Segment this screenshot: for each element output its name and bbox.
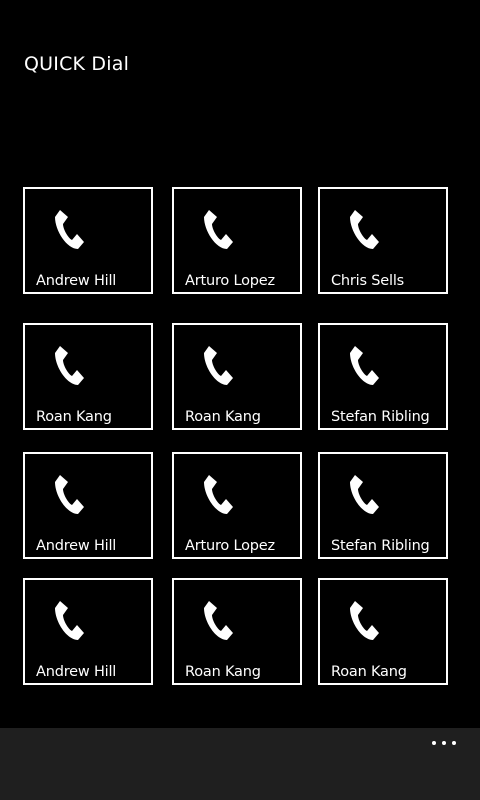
contact-name: Stefan Ribling [331, 409, 430, 425]
contact-name: Arturo Lopez [185, 273, 275, 289]
more-dot [442, 741, 446, 745]
contact-name: Roan Kang [185, 409, 261, 425]
phone-icon [200, 472, 234, 516]
contact-tile[interactable]: Andrew Hill [23, 452, 153, 559]
contact-name: Stefan Ribling [331, 538, 430, 554]
phone-icon [346, 472, 380, 516]
phone-icon [51, 207, 85, 251]
phone-icon [346, 598, 380, 642]
contact-tile[interactable]: Arturo Lopez [172, 187, 302, 294]
phone-icon [346, 343, 380, 387]
more-icon[interactable] [430, 738, 458, 750]
phone-icon [51, 343, 85, 387]
contact-tile[interactable]: Chris Sells [318, 187, 448, 294]
app-bar [0, 728, 480, 800]
contact-name: Chris Sells [331, 273, 405, 289]
contact-name: Andrew Hill [36, 664, 117, 680]
contact-tile[interactable]: Andrew Hill [23, 187, 153, 294]
contact-name: Arturo Lopez [185, 538, 275, 554]
app-title: QUICK Dial [24, 53, 130, 75]
phone-icon [346, 207, 380, 251]
phone-icon [51, 598, 85, 642]
phone-icon [200, 343, 234, 387]
contact-name: Roan Kang [185, 664, 261, 680]
phone-icon [51, 472, 85, 516]
contact-tile[interactable]: Andrew Hill [23, 578, 153, 685]
contact-name: Andrew Hill [36, 538, 117, 554]
contact-tile[interactable]: Arturo Lopez [172, 452, 302, 559]
contact-name: Roan Kang [331, 664, 407, 680]
phone-icon [200, 207, 234, 251]
contact-name: Andrew Hill [36, 273, 117, 289]
more-dot [432, 741, 436, 745]
phone-icon [200, 598, 234, 642]
more-dot [452, 741, 456, 745]
contact-tile[interactable]: Roan Kang [172, 323, 302, 430]
contact-tile[interactable]: Stefan Ribling [318, 323, 448, 430]
contact-tile[interactable]: Roan Kang [318, 578, 448, 685]
contact-tile[interactable]: Stefan Ribling [318, 452, 448, 559]
contact-name: Roan Kang [36, 409, 112, 425]
contact-tile[interactable]: Roan Kang [23, 323, 153, 430]
contact-tile[interactable]: Roan Kang [172, 578, 302, 685]
